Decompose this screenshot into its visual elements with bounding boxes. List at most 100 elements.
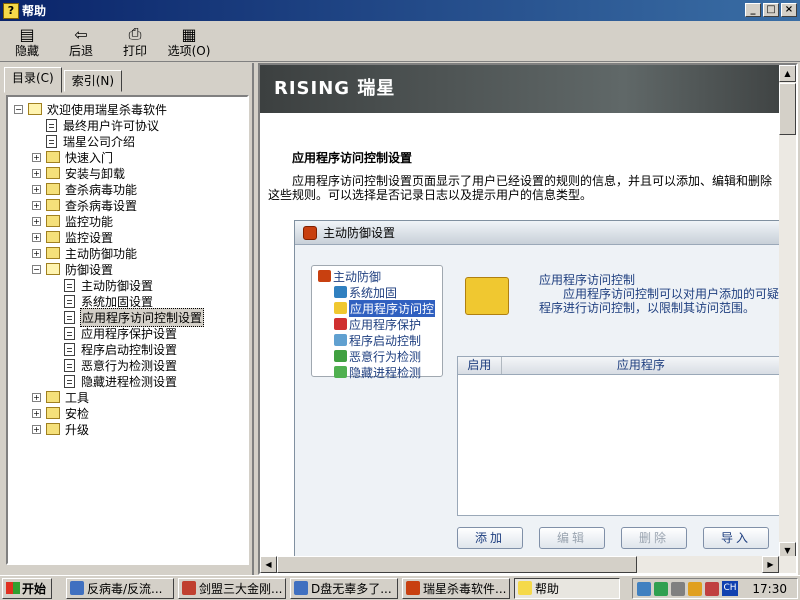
document-icon xyxy=(64,294,75,308)
start-button[interactable]: 开始 xyxy=(2,577,52,599)
rising-banner: RISING 瑞星 xyxy=(260,65,780,113)
tree-item[interactable]: 瑞星公司介绍 xyxy=(14,133,247,149)
options-button[interactable]: ▦ 选项(O) xyxy=(162,22,216,62)
hide-button[interactable]: ▤ 隐藏 xyxy=(0,22,54,62)
expand-icon[interactable]: + xyxy=(32,152,41,162)
taskbar-task[interactable]: 反病毒/反流... xyxy=(66,577,174,599)
vertical-scroll-thumb[interactable] xyxy=(779,83,796,135)
tab-index[interactable]: 索引(N) xyxy=(63,70,123,92)
scroll-up-icon[interactable]: ▲ xyxy=(779,65,796,82)
tree-item[interactable]: 程序启动控制设置 xyxy=(14,341,247,357)
tree-item[interactable]: + 查杀病毒功能 xyxy=(14,181,247,197)
tree-item[interactable]: 恶意行为检测设置 xyxy=(14,357,247,373)
collapse-icon[interactable]: − xyxy=(14,104,23,114)
taskbar-task[interactable]: 剑盟三大金刚... xyxy=(178,577,286,599)
tree-item-label: 监控功能 xyxy=(65,214,114,229)
tree-item[interactable]: + 安检 xyxy=(14,405,247,421)
tree-item[interactable]: 隐藏进程检测设置 xyxy=(14,373,247,389)
contents-tree[interactable]: − 欢迎使用瑞星杀毒软件 最终用户许可协议 瑞星公司介绍 + 快速入门 + 安装与卸载 + 查杀病… xyxy=(6,95,249,565)
horizontal-scrollbar[interactable]: ◀ ▶ xyxy=(260,556,796,573)
tree-item-label: 工具 xyxy=(65,390,90,405)
clock: 17:30 xyxy=(752,581,787,596)
expand-icon[interactable]: + xyxy=(32,248,41,258)
task-label: 瑞星杀毒软件... xyxy=(423,581,507,596)
tree-item[interactable]: − 防御设置 xyxy=(14,261,247,277)
tree-item[interactable]: − 欢迎使用瑞星杀毒软件 xyxy=(14,101,247,117)
taskbar-task[interactable]: 瑞星杀毒软件... xyxy=(402,577,510,599)
expand-icon[interactable]: + xyxy=(32,168,41,178)
tree-item[interactable]: + 监控设置 xyxy=(14,229,247,245)
delete-button: 删除 xyxy=(621,527,687,549)
monitor-icon[interactable] xyxy=(671,581,685,596)
screenshot-tree-label: 主动防御 xyxy=(333,269,382,284)
task-label: 帮助 xyxy=(535,581,560,596)
horizontal-scroll-thumb[interactable] xyxy=(277,556,637,573)
network-icon[interactable] xyxy=(637,581,651,596)
qq-icon[interactable] xyxy=(688,581,702,596)
task-app-icon xyxy=(70,581,84,595)
tree-item[interactable]: + 主动防御功能 xyxy=(14,245,247,261)
tree-node-icon xyxy=(318,270,331,282)
screenshot-table: 启用 应用程序 xyxy=(457,356,781,516)
tree-item-label: 主动防御设置 xyxy=(81,278,154,293)
edit-button: 编辑 xyxy=(539,527,605,549)
toolbar: ▤ 隐藏 ⇦ 后退 ⎙ 打印 ▦ 选项(O) xyxy=(0,22,800,62)
scroll-left-icon[interactable]: ◀ xyxy=(260,556,277,573)
tree-item-label: 瑞星公司介绍 xyxy=(63,134,136,149)
tree-item[interactable]: + 查杀病毒设置 xyxy=(14,197,247,213)
folder-icon xyxy=(46,199,60,211)
screenshot-tree-label: 隐藏进程检测 xyxy=(349,365,422,380)
tree-item[interactable]: 应用程序保护设置 xyxy=(14,325,247,341)
window-title: 帮助 xyxy=(22,4,47,18)
expand-icon[interactable]: + xyxy=(32,184,41,194)
folder-open-icon xyxy=(46,263,60,275)
taskbar: 开始 反病毒/反流... 剑盟三大金刚... D盘无辜多了... 瑞星杀毒软件... 帮… xyxy=(0,575,800,600)
back-button[interactable]: ⇦ 后退 xyxy=(54,22,108,62)
task-app-icon xyxy=(406,581,420,595)
print-button[interactable]: ⎙ 打印 xyxy=(108,22,162,62)
taskbar-task[interactable]: D盘无辜多了... xyxy=(290,577,398,599)
expand-icon[interactable]: + xyxy=(32,232,41,242)
tree-item[interactable]: + 安装与卸载 xyxy=(14,165,247,181)
tree-item[interactable]: + 升级 xyxy=(14,421,247,437)
tree-item-label: 恶意行为检测设置 xyxy=(81,358,178,373)
language-indicator[interactable]: CH xyxy=(722,581,738,596)
scroll-right-icon[interactable]: ▶ xyxy=(762,556,779,573)
tree-item[interactable]: + 工具 xyxy=(14,389,247,405)
tree-item-label: 查杀病毒设置 xyxy=(65,198,138,213)
tree-item[interactable]: 最终用户许可协议 xyxy=(14,117,247,133)
screenshot-tree-label: 恶意行为检测 xyxy=(349,349,422,364)
tree-item[interactable]: + 监控功能 xyxy=(14,213,247,229)
tab-contents[interactable]: 目录(C) xyxy=(4,67,62,93)
document-icon xyxy=(64,342,75,356)
screenshot-titlebar: 主动防御设置 xyxy=(295,221,779,245)
tree-item[interactable]: + 快速入门 xyxy=(14,149,247,165)
page-paragraph: 应用程序访问控制设置页面显示了用户已经设置的规则的信息，并且可以添加、编辑和删除… xyxy=(268,174,773,202)
expand-icon[interactable]: + xyxy=(32,408,41,418)
expand-icon[interactable]: + xyxy=(32,424,41,434)
screenshot-tree-item: 应用程序保护 xyxy=(318,316,442,332)
settings-screenshot: 主动防御设置 主动防御 系统加固 应用程序访问控 应用程序保护 程序启动控制 恶意行为检测… xyxy=(294,220,781,560)
close-button[interactable]: × xyxy=(781,3,797,17)
folder-icon xyxy=(46,247,60,259)
tree-item[interactable]: 应用程序访问控制设置 xyxy=(14,307,247,327)
tree-node-icon xyxy=(334,366,347,378)
document-icon xyxy=(64,278,75,292)
tree-node-icon xyxy=(334,334,347,346)
expand-icon[interactable]: + xyxy=(32,392,41,402)
tree-item-label: 安检 xyxy=(65,406,90,421)
vertical-scrollbar[interactable]: ▲ ▼ xyxy=(779,65,796,559)
maximize-button[interactable]: □ xyxy=(763,3,779,17)
collapse-icon[interactable]: − xyxy=(32,264,41,274)
antivirus-tray-icon[interactable] xyxy=(654,581,668,596)
expand-icon[interactable]: + xyxy=(32,216,41,226)
tree-item-label: 程序启动控制设置 xyxy=(81,342,178,357)
volume-icon[interactable] xyxy=(705,581,719,596)
taskbar-task[interactable]: 帮助 xyxy=(514,577,620,599)
minimize-button[interactable]: _ xyxy=(745,3,761,17)
folder-icon xyxy=(46,391,60,403)
task-app-icon xyxy=(518,581,532,595)
window-titlebar[interactable]: ? 帮助 _ □ × xyxy=(0,0,800,21)
expand-icon[interactable]: + xyxy=(32,200,41,210)
tree-item[interactable]: 主动防御设置 xyxy=(14,277,247,293)
